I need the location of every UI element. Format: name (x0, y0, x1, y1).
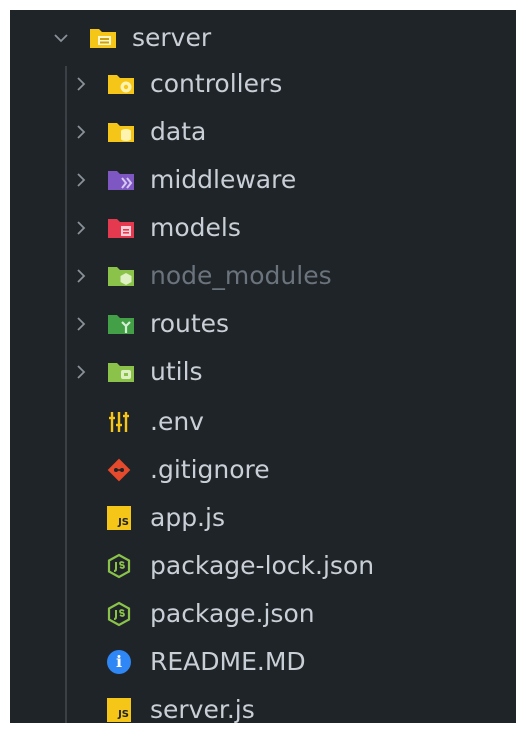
folder-label: middleware (150, 165, 297, 194)
folder-label: data (150, 117, 207, 146)
file-label: app.js (150, 503, 225, 532)
folder-controllers-icon (106, 69, 136, 99)
folder-label: utils (150, 357, 203, 386)
javascript-icon: JS (104, 695, 134, 724)
tree-folder-middleware[interactable]: middleware (10, 156, 516, 203)
tree-folder-utils[interactable]: utils (10, 348, 516, 395)
file-label: package-lock.json (150, 551, 375, 580)
file-label: README.MD (150, 647, 306, 676)
folder-label: routes (150, 309, 230, 338)
tree-file-server-js[interactable]: JS server.js (10, 686, 516, 723)
tree-folder-models[interactable]: models (10, 204, 516, 251)
tree-file-package-lock-json[interactable]: package-lock.json (10, 542, 516, 589)
nodejs-icon (104, 599, 134, 629)
tree-file-env[interactable]: .env (10, 398, 516, 445)
file-label: .env (150, 407, 204, 436)
tree-file-readme[interactable]: i README.MD (10, 638, 516, 685)
javascript-icon: JS (104, 503, 134, 533)
file-explorer-panel: server controllers data middleware model… (10, 10, 516, 723)
chevron-right-icon[interactable] (70, 169, 92, 191)
chevron-right-icon[interactable] (70, 217, 92, 239)
folder-label: models (150, 213, 241, 242)
chevron-right-icon[interactable] (70, 265, 92, 287)
chevron-right-icon[interactable] (70, 313, 92, 335)
folder-label: node_modules (150, 261, 332, 290)
nodejs-icon (104, 551, 134, 581)
tree-file-app-js[interactable]: JS app.js (10, 494, 516, 541)
chevron-right-icon[interactable] (70, 73, 92, 95)
folder-models-icon (106, 213, 136, 243)
chevron-right-icon[interactable] (70, 121, 92, 143)
folder-label-server: server (132, 23, 212, 52)
folder-data-icon (106, 117, 136, 147)
tree-folder-server[interactable]: server (10, 14, 516, 61)
folder-open-icon (88, 23, 118, 53)
file-label: .gitignore (150, 455, 270, 484)
folder-label: controllers (150, 69, 283, 98)
tree-folder-controllers[interactable]: controllers (10, 60, 516, 107)
file-label: server.js (150, 695, 255, 723)
folder-middleware-icon (106, 165, 136, 195)
tree-folder-data[interactable]: data (10, 108, 516, 155)
folder-node-icon (106, 261, 136, 291)
tree-file-gitignore[interactable]: .gitignore (10, 446, 516, 493)
file-label: package.json (150, 599, 315, 628)
tree-folder-node-modules[interactable]: node_modules (10, 252, 516, 299)
chevron-right-icon[interactable] (70, 361, 92, 383)
git-icon (104, 455, 134, 485)
folder-routes-icon (106, 309, 136, 339)
tree-folder-routes[interactable]: routes (10, 300, 516, 347)
chevron-down-icon[interactable] (50, 27, 72, 49)
folder-utils-icon (106, 357, 136, 387)
info-icon: i (104, 647, 134, 677)
tree-file-package-json[interactable]: package.json (10, 590, 516, 637)
env-settings-icon (104, 407, 134, 437)
